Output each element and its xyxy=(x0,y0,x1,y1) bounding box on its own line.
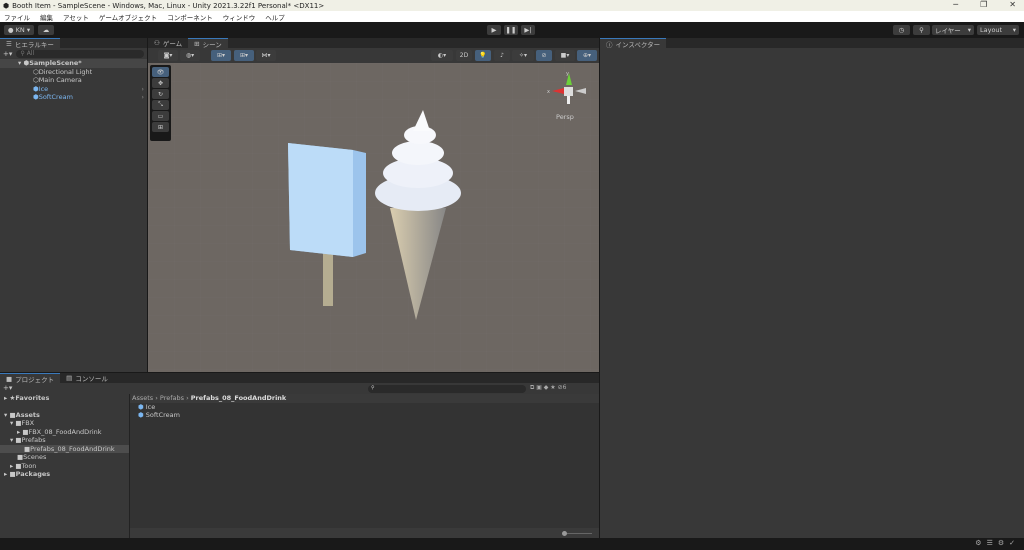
scale-tool[interactable]: ⤡ xyxy=(152,100,169,110)
search-button[interactable]: ⚲ xyxy=(913,25,930,35)
increment-snap-button[interactable]: ⊞▾ xyxy=(234,50,254,61)
rect-tool[interactable]: ▭ xyxy=(152,111,169,121)
unity-icon: ⬢ xyxy=(3,1,10,10)
svg-text:x: x xyxy=(547,89,550,95)
lighting-button[interactable]: 💡 xyxy=(475,50,491,61)
menu-file[interactable]: ファイル xyxy=(4,12,30,22)
account-button[interactable]: ● KN ▾ xyxy=(4,25,34,35)
breadcrumb-assets[interactable]: Assets xyxy=(132,394,153,402)
tab-project[interactable]: ■ プロジェクト xyxy=(0,373,61,384)
tab-inspector[interactable]: ⓘ インスペクター xyxy=(600,38,667,49)
window-title: Booth Item - SampleScene - Windows, Mac,… xyxy=(12,1,325,10)
tree-fbx-food[interactable]: ▸ ■ FBX_08_FoodAndDrink xyxy=(0,428,129,437)
pause-button[interactable]: ❚❚ xyxy=(504,25,518,35)
persp-label: Persp xyxy=(556,113,574,121)
close-button[interactable]: ✕ xyxy=(1009,0,1016,9)
effects-button[interactable]: ✧▾ xyxy=(512,50,534,61)
hierarchy-item[interactable]: ⬡ Main Camera xyxy=(0,76,147,85)
project-tree: ▸ ★ Favorites ▾ ■ Assets ▾ ■ FBX ▸ ■ FBX… xyxy=(0,394,129,539)
tree-favorites[interactable]: ▸ ★ Favorites xyxy=(0,394,129,403)
project-panel: ■ プロジェクト ▤ コンソール +▾ ⚲ ⧉ ▣ ◆ ★ ⊘6 ▸ ★ Fav… xyxy=(0,372,599,539)
tab-game[interactable]: ⚇ ゲーム xyxy=(148,38,188,48)
maximize-button[interactable]: ❐ xyxy=(980,0,987,9)
tree-assets[interactable]: ▾ ■ Assets xyxy=(0,411,129,420)
play-button[interactable]: ▶ xyxy=(487,25,501,35)
menu-gameobject[interactable]: ゲームオブジェクト xyxy=(99,12,157,22)
inspector-panel: ⓘ インスペクター xyxy=(600,38,1024,538)
layers-dropdown[interactable]: レイヤー ▾ xyxy=(932,25,974,35)
tab-console[interactable]: ▤ コンソール xyxy=(60,373,114,383)
gizmos-button[interactable]: ⊕▾ xyxy=(577,50,597,61)
asset-item[interactable]: ⬢ Ice xyxy=(130,403,599,412)
hierarchy-item[interactable]: ⬢ Ice › xyxy=(0,85,147,94)
menu-edit[interactable]: 編集 xyxy=(40,12,53,22)
transform-tool[interactable]: ⊞ xyxy=(152,122,169,132)
user-icon: ● xyxy=(7,26,16,34)
2d-button[interactable]: 2D xyxy=(456,50,472,61)
camera-button[interactable]: ■▾ xyxy=(555,50,575,61)
status-bar: ⚙☰⚙✓ xyxy=(0,538,1024,550)
rotate-tool[interactable]: ↻ xyxy=(152,89,169,99)
draw-mode-button[interactable]: ◙▾ xyxy=(158,50,178,61)
menu-component[interactable]: コンポーネント xyxy=(167,12,213,22)
filter-icons[interactable]: ⧉ ▣ ◆ ★ ⊘6 xyxy=(530,384,566,392)
breadcrumb: Assets › Prefabs › Prefabs_08_FoodAndDri… xyxy=(130,394,599,403)
zoom-slider-handle[interactable] xyxy=(562,531,567,536)
scene-viewport[interactable]: y x Persp xyxy=(148,63,599,372)
project-search-input[interactable]: ⚲ xyxy=(368,385,526,393)
window-controls: ─ ❐ ✕ xyxy=(953,0,1016,9)
svg-text:y: y xyxy=(566,71,569,77)
asset-item[interactable]: ⬢ SoftCream xyxy=(130,411,599,420)
grid-snap-button[interactable]: ⊞▾ xyxy=(211,50,231,61)
tab-scene[interactable]: ⊞ シーン xyxy=(188,38,228,49)
tools-overlay: 👁 ✥ ↻ ⤡ ▭ ⊞ xyxy=(150,65,171,141)
align-button[interactable]: ⋈▾ xyxy=(256,50,276,61)
render-button[interactable]: ◍▾ xyxy=(180,50,200,61)
tree-prefabs-food[interactable]: ■ Prefabs_08_FoodAndDrink xyxy=(0,444,129,453)
tree-toon[interactable]: ▸ ■ Toon xyxy=(0,462,129,471)
hidden-objects-button[interactable]: ⊘ xyxy=(536,50,552,61)
step-button[interactable]: ▶| xyxy=(521,25,535,35)
tree-scenes[interactable]: ■ Scenes xyxy=(0,453,129,462)
menu-bar: ファイル 編集 アセット ゲームオブジェクト コンポーネント ウィンドウ ヘルプ xyxy=(0,11,1024,22)
menu-assets[interactable]: アセット xyxy=(63,12,89,22)
hierarchy-item[interactable]: ⬢ SoftCream › xyxy=(0,93,147,102)
tree-prefabs[interactable]: ▾ ■ Prefabs xyxy=(0,436,129,445)
layout-dropdown[interactable]: Layout ▾ xyxy=(977,25,1019,35)
create-button[interactable]: +▾ xyxy=(3,384,12,392)
tree-packages[interactable]: ▸ ■ Packages xyxy=(0,470,129,479)
hierarchy-panel: ☰ ヒエラルキー +▾ ⚲ All ▾ ⬢ SampleScene* ⬡ Dir… xyxy=(0,38,147,372)
menu-window[interactable]: ウィンドウ xyxy=(223,12,256,22)
minimize-button[interactable]: ─ xyxy=(953,0,958,9)
breadcrumb-current[interactable]: Prefabs_08_FoodAndDrink xyxy=(191,394,287,402)
scene-toolbar: ◙▾ ◍▾ ⊞▾ ⊞▾ ⋈▾ ◐▾ 2D 💡 ♪ ✧▾ ⊘ ■▾ ⊕▾ xyxy=(148,48,599,63)
asset-browser: Assets › Prefabs › Prefabs_08_FoodAndDri… xyxy=(130,394,599,539)
hierarchy-search-input[interactable]: ⚲ All xyxy=(16,49,144,58)
menu-help[interactable]: ヘルプ xyxy=(265,12,285,22)
tree-fbx[interactable]: ▾ ■ FBX xyxy=(0,419,129,428)
breadcrumb-prefabs[interactable]: Prefabs xyxy=(160,394,184,402)
prefab-icon: ⬢ xyxy=(138,411,144,420)
scene-panel: ⚇ ゲーム ⊞ シーン ◙▾ ◍▾ ⊞▾ ⊞▾ ⋈▾ ◐▾ 2D 💡 ♪ ✧▾ … xyxy=(148,38,599,372)
main-toolbar: ● KN ▾ ☁ ▶ ❚❚ ▶| ◷ ⚲ レイヤー ▾ Layout ▾ xyxy=(0,22,1024,38)
view-tool[interactable]: 👁 xyxy=(152,67,169,77)
audio-button[interactable]: ♪ xyxy=(494,50,510,61)
title-bar: ⬢ Booth Item - SampleScene - Windows, Ma… xyxy=(0,0,1024,11)
status-icons[interactable]: ⚙☰⚙✓ xyxy=(975,539,1020,547)
move-tool[interactable]: ✥ xyxy=(152,78,169,88)
hierarchy-item[interactable]: ⬡ Directional Light xyxy=(0,68,147,77)
add-button[interactable]: +▾ xyxy=(3,50,12,58)
cloud-button[interactable]: ☁ xyxy=(38,25,54,35)
prefab-icon: ⬢ xyxy=(138,402,144,411)
history-button[interactable]: ◷ xyxy=(893,25,910,35)
tab-hierarchy[interactable]: ☰ ヒエラルキー xyxy=(0,38,60,49)
shading-button[interactable]: ◐▾ xyxy=(431,50,453,61)
scene-row[interactable]: ▾ ⬢ SampleScene* xyxy=(0,59,147,68)
